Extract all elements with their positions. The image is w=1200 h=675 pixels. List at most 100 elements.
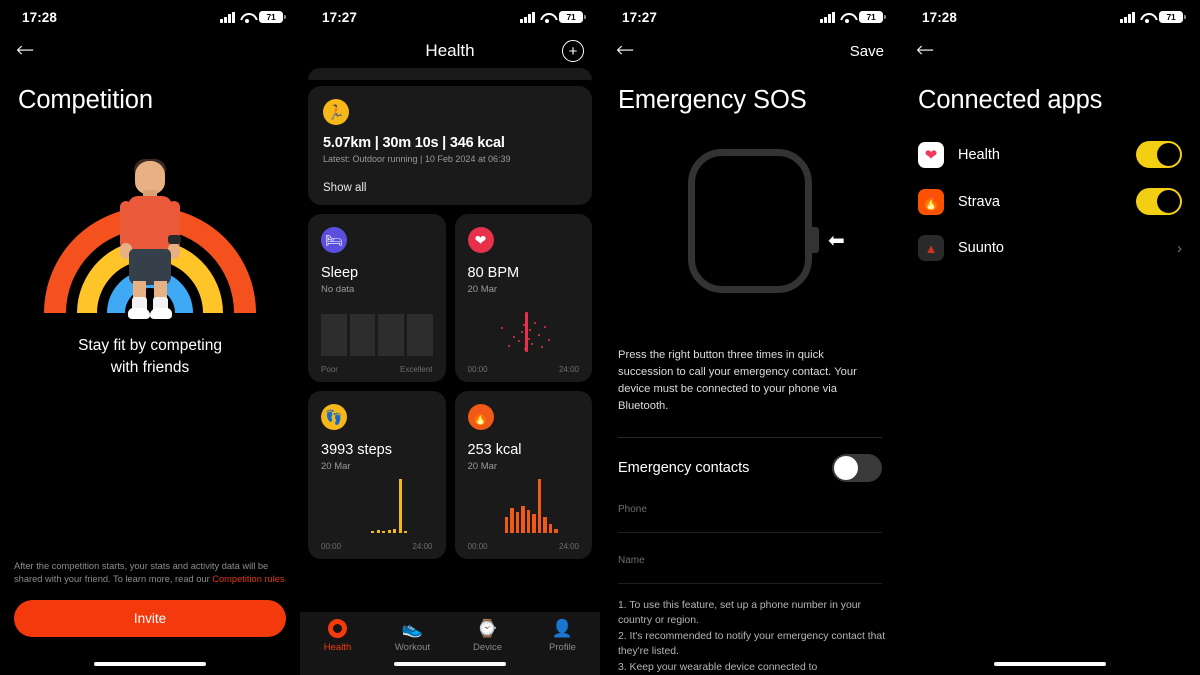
phone-placeholder: Phone	[618, 504, 647, 516]
status-indicators: 71	[220, 10, 286, 24]
chart-bar	[521, 506, 525, 533]
competition-rules-link[interactable]: Competition rules	[212, 574, 284, 584]
toggle-knob	[834, 456, 858, 481]
metric-grid-row-2: 👣 3993 steps 20 Mar 00:00 24:00 🔥 253 kc…	[308, 391, 592, 559]
footprint-icon: 👣	[321, 404, 347, 430]
invite-button[interactable]: Invite	[14, 600, 286, 637]
heart-icon: ❤	[467, 227, 494, 253]
app-name: Strava	[958, 193, 1000, 210]
heart-rate-title: 80 BPM	[467, 265, 520, 281]
heart-rate-chart	[468, 298, 580, 356]
chart-point	[507, 344, 510, 347]
home-indicator[interactable]	[394, 661, 506, 666]
chart-bar	[382, 530, 385, 533]
nav-bar: ←	[0, 34, 300, 68]
phone-field[interactable]: Phone	[600, 504, 900, 534]
wifi-icon	[540, 12, 554, 24]
disclaimer: After the competition starts, your stats…	[14, 560, 286, 587]
running-icon: 🏃	[323, 99, 349, 125]
workout-stats: 5.07km | 30m 10s | 346 kcal	[323, 135, 505, 151]
home-indicator[interactable]	[94, 661, 206, 666]
note-line: 3. Keep your wearable device connected t…	[618, 661, 818, 673]
ring-icon	[328, 619, 347, 638]
status-time: 17:28	[922, 9, 958, 25]
back-icon[interactable]: ←	[16, 40, 34, 62]
chart-point	[531, 342, 534, 345]
emergency-contacts-toggle[interactable]	[832, 454, 882, 483]
strava-toggle[interactable]	[1136, 188, 1182, 215]
workout-summary-card[interactable]: 🏃 5.07km | 30m 10s | 346 kcal Latest: Ou…	[308, 86, 592, 205]
app-row-strava[interactable]: 🔥 Strava	[900, 178, 1200, 225]
status-indicators: 71	[820, 10, 886, 24]
person-icon: 👤	[551, 619, 574, 638]
calories-bars	[468, 475, 580, 533]
tab-workout[interactable]: 👟 Workout	[375, 619, 450, 653]
chart-bar	[387, 529, 391, 533]
chart-bar	[526, 510, 531, 533]
name-field[interactable]: Name	[600, 555, 900, 585]
note-line: 2. It's recommended to notify your emerg…	[618, 630, 886, 658]
field-underline	[618, 583, 882, 585]
battery-icon: 71	[859, 10, 886, 24]
battery-icon: 71	[559, 10, 586, 24]
chart-bar	[371, 531, 374, 533]
tab-health[interactable]: Health	[300, 619, 375, 653]
wifi-icon	[240, 12, 254, 24]
steps-tile[interactable]: 👣 3993 steps 20 Mar 00:00 24:00	[308, 391, 446, 559]
chart-bar	[548, 524, 553, 533]
axis-label-right: Excellent	[400, 365, 433, 374]
health-scroll-area[interactable]: 🏃 5.07km | 30m 10s | 346 kcal Latest: Ou…	[300, 86, 600, 559]
chart-point	[544, 325, 547, 328]
app-name: Health	[958, 146, 1000, 163]
status-bar: 17:28 71	[900, 0, 1200, 34]
health-toggle[interactable]	[1136, 141, 1182, 168]
watch-icon: ⌚	[476, 619, 499, 638]
sleep-tile[interactable]: 🛏 Sleep No data Poor Excellent	[308, 214, 446, 382]
chevron-right-icon[interactable]: ›	[1177, 240, 1182, 257]
add-icon[interactable]: +	[562, 40, 584, 62]
sleep-axis: Poor Excellent	[321, 365, 433, 374]
wifi-icon	[1140, 12, 1154, 24]
app-row-suunto[interactable]: ▲ Suunto ›	[900, 225, 1200, 271]
heart-rate-axis: 00:00 24:00	[468, 365, 580, 374]
heart-icon: ❤	[918, 141, 944, 168]
show-all-button[interactable]: Show all	[323, 182, 577, 194]
avatar-torso	[128, 196, 172, 252]
sos-notes: 1. To use this feature, set up a phone n…	[618, 598, 888, 675]
avatar-shoe-right	[150, 308, 172, 319]
card-peek-above[interactable]	[308, 68, 592, 80]
steps-axis: 00:00 24:00	[321, 542, 433, 551]
field-underline	[618, 532, 882, 534]
screenshot-strip: 17:28 71 ← Competition Stay fit by compe…	[0, 0, 1200, 675]
steps-bars	[321, 475, 433, 533]
heart-rate-tile[interactable]: ❤ 80 BPM 20 Mar 00:00 24:00	[454, 214, 592, 382]
axis-label-right: 24:00	[412, 542, 433, 551]
back-icon[interactable]: ←	[916, 40, 934, 62]
wifi-icon	[840, 12, 854, 24]
chart-point	[541, 345, 544, 348]
tab-label: Workout	[394, 642, 431, 653]
tab-profile[interactable]: 👤 Profile	[525, 619, 600, 653]
tab-device[interactable]: ⌚ Device	[450, 619, 525, 653]
page-title: Emergency SOS	[618, 86, 807, 114]
battery-icon: 71	[1159, 10, 1186, 24]
cellular-signal-icon	[1120, 11, 1135, 23]
avatar-shorts	[129, 249, 171, 285]
avatar-shoe-left	[128, 308, 150, 319]
axis-label-right: 24:00	[558, 542, 579, 551]
app-row-health[interactable]: ❤ Health	[900, 131, 1200, 178]
home-indicator[interactable]	[994, 661, 1106, 666]
status-bar: 17:28 71	[0, 0, 300, 34]
app-name: Suunto	[958, 240, 1004, 256]
connected-apps-list: ❤ Health 🔥 Strava ▲ Suunto ›	[900, 131, 1200, 271]
back-icon[interactable]: ←	[616, 40, 634, 62]
status-indicators: 71	[1120, 10, 1186, 24]
battery-icon: 71	[259, 10, 286, 24]
calories-axis: 00:00 24:00	[468, 542, 580, 551]
page-title: Competition	[18, 86, 153, 114]
axis-label-left: Poor	[321, 365, 338, 374]
sleep-quality-chart	[321, 314, 433, 356]
cellular-signal-icon	[220, 11, 235, 23]
save-button[interactable]: Save	[850, 43, 884, 60]
calories-tile[interactable]: 🔥 253 kcal 20 Mar 00:00 24:00	[454, 391, 592, 559]
